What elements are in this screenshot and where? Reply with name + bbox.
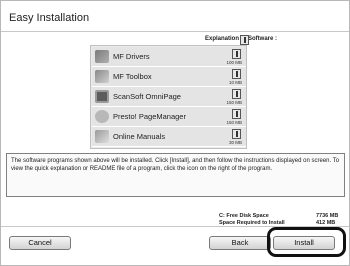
install-highlight-frame [267, 227, 346, 257]
software-list: MF Drivers 100 MB MF Toolbox 10 MB ScanS… [90, 45, 247, 149]
list-item[interactable]: Online Manuals 30 MB [92, 127, 246, 147]
info-icon[interactable] [240, 35, 249, 45]
description-box: The software programs shown above will b… [6, 153, 345, 197]
free-disk-value: 7736 MB [316, 213, 339, 219]
software-size: 150 MB [226, 100, 242, 105]
free-disk-label: C: Free Disk Space [219, 213, 269, 219]
list-item[interactable]: Presto! PageManager 150 MB [92, 107, 246, 127]
list-item[interactable]: MF Drivers 100 MB [92, 47, 246, 67]
back-button[interactable]: Back [209, 236, 271, 250]
omnipage-icon [95, 90, 109, 103]
header-divider [1, 31, 349, 32]
info-icon[interactable] [232, 89, 241, 99]
info-icon[interactable] [232, 69, 241, 79]
window-title: Easy Installation [9, 12, 90, 24]
info-icon[interactable] [232, 49, 241, 59]
software-size: 30 MB [228, 140, 242, 145]
software-size: 100 MB [226, 60, 242, 65]
explanation-header: Explanation of Software : [205, 35, 277, 45]
software-name: Online Manuals [113, 132, 166, 141]
info-icon[interactable] [232, 109, 241, 119]
software-size: 150 MB [226, 120, 242, 125]
manual-icon [95, 130, 109, 143]
printer-driver-icon [95, 50, 109, 63]
toolbox-icon [95, 70, 109, 83]
software-name: MF Drivers [113, 52, 150, 61]
list-item[interactable]: MF Toolbox 10 MB [92, 67, 246, 87]
software-name: Presto! PageManager [113, 112, 186, 121]
cancel-button[interactable]: Cancel [9, 236, 71, 250]
list-item[interactable]: ScanSoft OmniPage 150 MB [92, 87, 246, 107]
software-name: MF Toolbox [113, 72, 152, 81]
software-size: 10 MB [228, 80, 242, 85]
installer-window: Easy Installation Explanation of Softwar… [0, 0, 350, 266]
info-icon[interactable] [232, 129, 241, 139]
pagemanager-icon [95, 110, 109, 123]
software-name: ScanSoft OmniPage [113, 92, 181, 101]
